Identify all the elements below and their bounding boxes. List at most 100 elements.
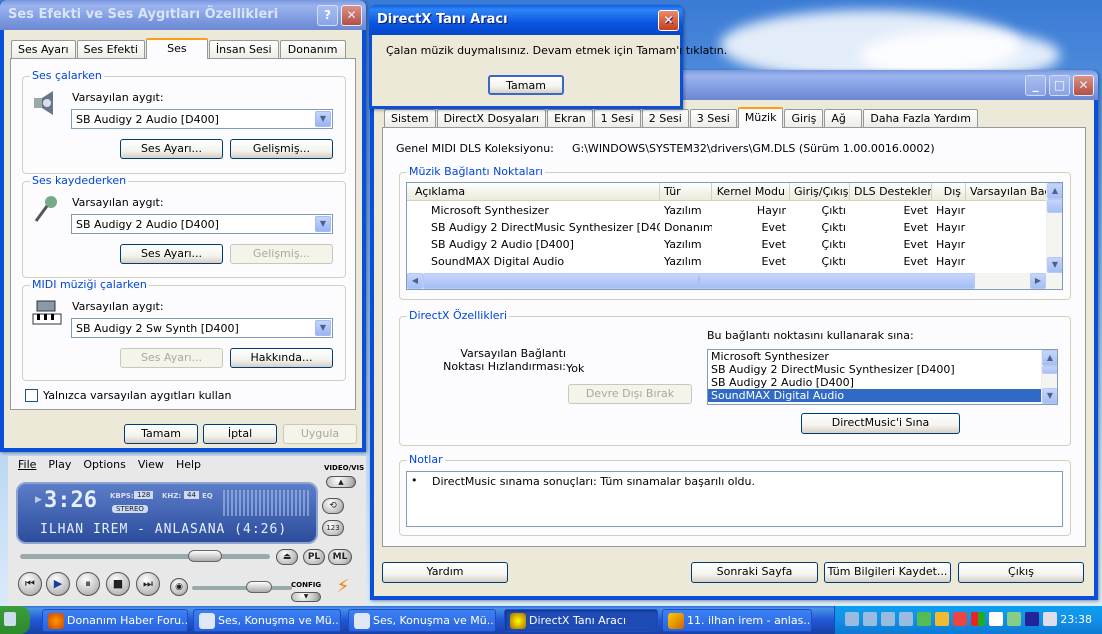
scroll-down-icon[interactable]: ▼: [1047, 257, 1062, 273]
apply-button[interactable]: Uygula: [283, 424, 357, 444]
previous-button[interactable]: ⏮: [18, 572, 42, 596]
tab-ekran[interactable]: Ekran: [547, 109, 593, 128]
ok-button[interactable]: Tamam: [124, 424, 198, 444]
alert-ok-button[interactable]: Tamam: [488, 75, 564, 95]
speaker-icon[interactable]: [989, 612, 1003, 626]
chevron-down-icon[interactable]: ▼: [315, 111, 331, 127]
close-button[interactable]: ✕: [1073, 75, 1094, 96]
tab-ag[interactable]: Ağ: [824, 109, 863, 128]
app-icon[interactable]: [953, 612, 967, 626]
tab-sistem[interactable]: Sistem: [384, 109, 436, 128]
taskbar-item[interactable]: 11. ilhan irem - anlas...: [662, 609, 812, 632]
exit-button[interactable]: Çıkış: [958, 562, 1084, 583]
tab-muzik[interactable]: Müzik: [737, 107, 784, 128]
scroll-up-icon[interactable]: ▲: [1047, 183, 1062, 199]
tab-sound-2[interactable]: 2 Sesi: [641, 109, 689, 128]
hscroll-thumb[interactable]: ⦙: [423, 273, 975, 289]
stop-button[interactable]: ■: [106, 572, 130, 596]
scroll-right-icon[interactable]: ▶: [1030, 273, 1046, 289]
tab-giris[interactable]: Giriş: [784, 109, 824, 128]
list-item-selected[interactable]: SoundMAX Digital Audio: [708, 389, 1041, 402]
help-button[interactable]: ?: [317, 5, 338, 26]
alert-title-bar[interactable]: DirectX Tanı Aracı ✕: [369, 5, 683, 35]
repeat-button[interactable]: ⟲: [322, 498, 344, 514]
menu-file[interactable]: File: [18, 458, 36, 472]
test-list-vscrollbar[interactable]: ▲ ▼: [1041, 350, 1057, 404]
scroll-thumb[interactable]: [1047, 199, 1062, 213]
tab-sound-1[interactable]: 1 Sesi: [593, 109, 641, 128]
menu-options[interactable]: Options: [83, 458, 125, 472]
column-header[interactable]: Tür: [660, 183, 712, 200]
track-title[interactable]: ILHAN IREM - ANLASANA (4:26): [40, 522, 287, 537]
volume-slider[interactable]: [192, 581, 292, 593]
test-port-listbox[interactable]: Microsoft Synthesizer SB Audigy 2 Direct…: [707, 349, 1058, 405]
disable-button[interactable]: Devre Dışı Bırak: [568, 384, 692, 404]
tab-ses-ayari[interactable]: Ses Ayarı: [11, 40, 76, 59]
eject-icon[interactable]: ⏏: [276, 549, 298, 565]
midi-about-button[interactable]: Hakkında...: [230, 348, 333, 368]
list-item[interactable]: SB Audigy 2 Audio [D400]: [708, 376, 1057, 389]
table-row[interactable]: SoundMAX Digital Audio Yazılım Evet Çıkt…: [407, 254, 1047, 271]
playback-volume-button[interactable]: Ses Ayarı...: [120, 139, 223, 159]
taskbar-item[interactable]: Ses, Konuşma ve Mü...: [193, 609, 341, 632]
minimize-button[interactable]: _: [1025, 75, 1046, 96]
column-header[interactable]: Açıklama: [407, 183, 660, 200]
taskbar-item-active[interactable]: DirectX Tanı Aracı: [504, 609, 658, 632]
column-header[interactable]: Kernel Modu: [712, 183, 790, 200]
eject-video-button[interactable]: ▲: [326, 476, 356, 488]
network-icon[interactable]: [881, 612, 895, 626]
table-row[interactable]: SB Audigy 2 Audio [D400] Yazılım Evet Çı…: [407, 237, 1047, 254]
tool-icon[interactable]: [1007, 612, 1021, 626]
test-directmusic-button[interactable]: DirectMusic'i Sına: [801, 413, 960, 434]
column-header[interactable]: DLS Destekler: [850, 183, 932, 200]
table-row[interactable]: Microsoft Synthesizer Yazılım Hayır Çıkt…: [407, 203, 1047, 220]
maximize-button[interactable]: □: [1049, 75, 1070, 96]
quicklaunch-icon[interactable]: [4, 612, 16, 626]
menu-help[interactable]: Help: [176, 458, 201, 472]
record-volume-button[interactable]: Ses Ayarı...: [120, 244, 223, 264]
volume-thumb[interactable]: [246, 581, 272, 593]
scroll-up-icon[interactable]: ▲: [1042, 350, 1057, 366]
tab-ses-efekti[interactable]: Ses Efekti: [76, 40, 145, 59]
playback-advanced-button[interactable]: Gelişmiş...: [230, 139, 333, 159]
menu-play[interactable]: Play: [48, 458, 71, 472]
save-all-button[interactable]: Tüm Bilgileri Kaydet...: [824, 562, 951, 583]
midi-volume-button[interactable]: Ses Ayarı...: [120, 348, 223, 368]
tab-directx-files[interactable]: DirectX Dosyaları: [436, 109, 547, 128]
ports-vscrollbar[interactable]: ▲ ▼: [1046, 183, 1062, 273]
tab-more-help[interactable]: Daha Fazla Yardım: [863, 109, 978, 128]
list-item[interactable]: SB Audigy 2 DirectMusic Synthesizer [D40…: [708, 363, 1057, 376]
messenger-icon[interactable]: [917, 612, 931, 626]
network-icon[interactable]: [899, 612, 913, 626]
colors-icon[interactable]: [971, 612, 985, 626]
config-button[interactable]: ▼: [291, 592, 321, 602]
record-advanced-button[interactable]: Gelişmiş...: [230, 244, 333, 264]
pause-button[interactable]: ⏸: [76, 572, 100, 596]
only-default-checkbox[interactable]: [25, 389, 38, 402]
network-icon[interactable]: [863, 612, 877, 626]
tab-sound-3[interactable]: 3 Sesi: [689, 109, 737, 128]
close-button[interactable]: ✕: [341, 5, 362, 26]
mail-icon[interactable]: [1043, 612, 1057, 626]
column-header[interactable]: Varsayılan Bağl: [966, 183, 1047, 200]
notes-box[interactable]: • DirectMusic sınama sonuçları: Tüm sına…: [406, 471, 1063, 527]
volume-icon[interactable]: ◉: [170, 578, 188, 596]
seek-thumb[interactable]: [188, 550, 222, 562]
taskbar-item[interactable]: Donanım Haber Foru...: [42, 609, 188, 632]
table-row[interactable]: SB Audigy 2 DirectMusic Synthesizer [D40…: [407, 220, 1047, 237]
tab-insan-sesi[interactable]: İnsan Sesi: [208, 40, 279, 59]
playlist-button[interactable]: PL: [303, 549, 325, 565]
next-button[interactable]: ⏭: [136, 572, 160, 596]
chevron-down-icon[interactable]: ▼: [315, 320, 331, 336]
media-icon[interactable]: [1025, 612, 1039, 626]
help-button[interactable]: Yardım: [382, 562, 508, 583]
close-button[interactable]: ✕: [658, 10, 679, 31]
time-display[interactable]: 3:26: [44, 488, 97, 513]
title-bar[interactable]: Ses Efekti ve Ses Aygıtları Özellikleri …: [0, 0, 366, 30]
tab-donanim[interactable]: Donanım: [279, 40, 346, 59]
taskbar-item[interactable]: Ses, Konuşma ve Mü...: [348, 609, 496, 632]
ports-listview[interactable]: Açıklama Tür Kernel Modu Giriş/Çıkış DLS…: [406, 182, 1063, 290]
shuffle-button[interactable]: 123: [322, 520, 344, 536]
list-item[interactable]: Microsoft Synthesizer: [708, 350, 1057, 363]
tab-ses[interactable]: Ses: [145, 38, 208, 59]
